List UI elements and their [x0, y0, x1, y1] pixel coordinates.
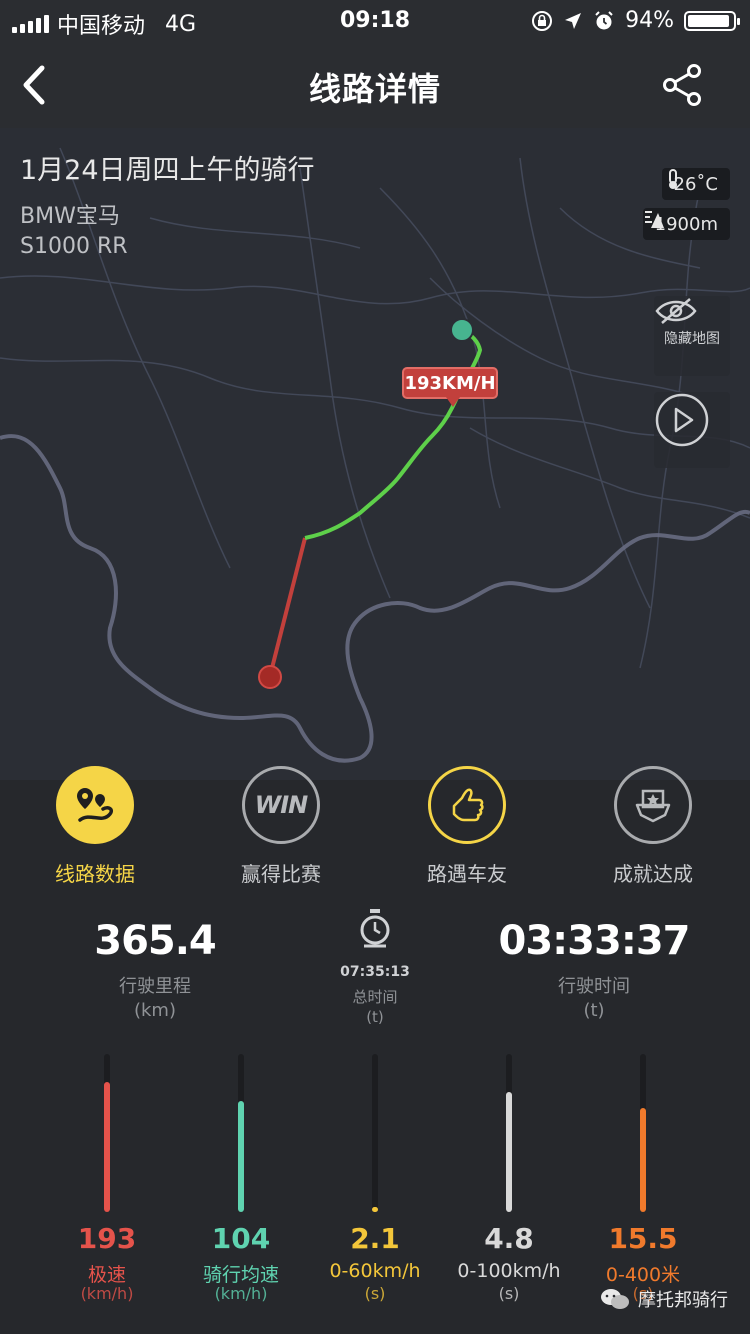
bar-track — [238, 1054, 244, 1212]
tab-achievements[interactable]: 成就达成 — [578, 766, 728, 887]
wechat-icon — [601, 1289, 629, 1309]
tab-label: 线路数据 — [55, 862, 135, 886]
tab-label: 路遇车友 — [427, 862, 507, 886]
altitude-icon — [644, 211, 664, 228]
bar-value: 15.5 — [608, 1222, 678, 1255]
stopwatch-icon — [360, 909, 390, 948]
total-time-label: 总时间 — [352, 988, 398, 1006]
temperature-chip: 26˚C — [661, 168, 730, 200]
distance-unit: (km) — [133, 1000, 176, 1021]
bar-track — [640, 1054, 646, 1212]
bar-value: 193 — [77, 1222, 137, 1255]
performance-bars: 193 极速 (km/h) 104 骑行均速 (km/h) 2.1 0-60km… — [0, 1050, 750, 1310]
bar-fill — [372, 1207, 378, 1212]
watermark-text: 摩托邦骑行 — [638, 1290, 728, 1311]
bar-value: 2.1 — [350, 1222, 400, 1255]
bar-track — [372, 1054, 378, 1212]
bike-model: S1000 RR — [20, 234, 128, 259]
bar-label: 0-60km/h — [329, 1260, 421, 1282]
battery-icon — [684, 10, 740, 31]
max-speed-tag: 193KM/H — [402, 367, 498, 407]
battery-percent: 94% — [625, 8, 674, 33]
play-icon — [655, 393, 709, 447]
thermometer-icon — [668, 169, 677, 189]
bar-label: 0-400米 — [605, 1264, 681, 1286]
tab-route-data[interactable]: 线路数据 — [20, 766, 170, 887]
nav-bar: 线路详情 — [0, 42, 750, 128]
distance-label: 行驶里程 — [119, 976, 191, 997]
riding-time-label: 行驶时间 — [558, 976, 630, 997]
bar-unit: (s) — [498, 1284, 520, 1303]
total-time-value: 07:35:13 — [340, 964, 410, 980]
page-title: 线路详情 — [308, 70, 441, 108]
bar-track — [104, 1054, 110, 1212]
total-time-unit: (t) — [366, 1008, 384, 1026]
tab-meet-riders[interactable]: 路遇车友 — [392, 766, 542, 887]
ride-title: 1月24日周四上午的骑行 — [20, 155, 315, 186]
hide-map-button[interactable]: 隐藏地图 — [654, 296, 730, 376]
end-marker — [258, 665, 282, 689]
distance-value: 365.4 — [94, 918, 217, 964]
riding-time-unit: (t) — [583, 1000, 605, 1021]
alarm-icon — [595, 10, 613, 29]
share-icon[interactable] — [660, 62, 706, 108]
location-arrow-icon — [565, 12, 582, 29]
eye-off-icon — [655, 298, 697, 324]
altitude-chip: 1900m — [642, 208, 730, 240]
feature-tabs: 线路数据 WIN 赢得比赛 路遇车友 成就达成 — [0, 760, 750, 890]
bar-unit: (km/h) — [80, 1284, 134, 1303]
bar-value: 4.8 — [484, 1222, 534, 1255]
bike-brand: BMW宝马 — [20, 204, 120, 229]
win-icon-text: WIN — [254, 791, 308, 819]
thumbs-up-icon — [428, 766, 506, 844]
riding-time-value: 03:33:37 — [498, 918, 691, 964]
bar-fill — [506, 1091, 512, 1212]
bar-unit: (km/h) — [214, 1284, 268, 1303]
tab-label: 成就达成 — [613, 862, 693, 886]
bar-fill — [238, 1101, 244, 1212]
status-bar: 中国移动 4G 09:18 94% — [0, 0, 750, 42]
win-icon: WIN — [242, 766, 320, 844]
start-marker — [450, 318, 474, 342]
bar-label: 极速 — [87, 1264, 126, 1286]
watermark: 摩托邦骑行 — [600, 1286, 728, 1312]
bar-fill — [640, 1107, 646, 1212]
bar-label: 0-100km/h — [457, 1260, 561, 1282]
tab-win-race[interactable]: WIN 赢得比赛 — [206, 766, 356, 887]
bar-fill — [104, 1082, 110, 1212]
tab-label: 赢得比赛 — [241, 862, 321, 886]
rotation-lock-icon — [532, 10, 553, 31]
bar-unit: (s) — [364, 1284, 386, 1303]
route-map[interactable]: 1月24日周四上午的骑行 BMW宝马 S1000 RR 26˚C 1900m 隐… — [0, 128, 750, 780]
bar-value: 104 — [211, 1222, 271, 1255]
play-route-button[interactable] — [654, 392, 730, 468]
hide-map-label: 隐藏地图 — [664, 331, 720, 347]
route-data-icon — [56, 766, 134, 844]
badge-icon — [614, 766, 692, 844]
bar-label: 骑行均速 — [202, 1264, 279, 1286]
bar-track — [506, 1054, 512, 1212]
